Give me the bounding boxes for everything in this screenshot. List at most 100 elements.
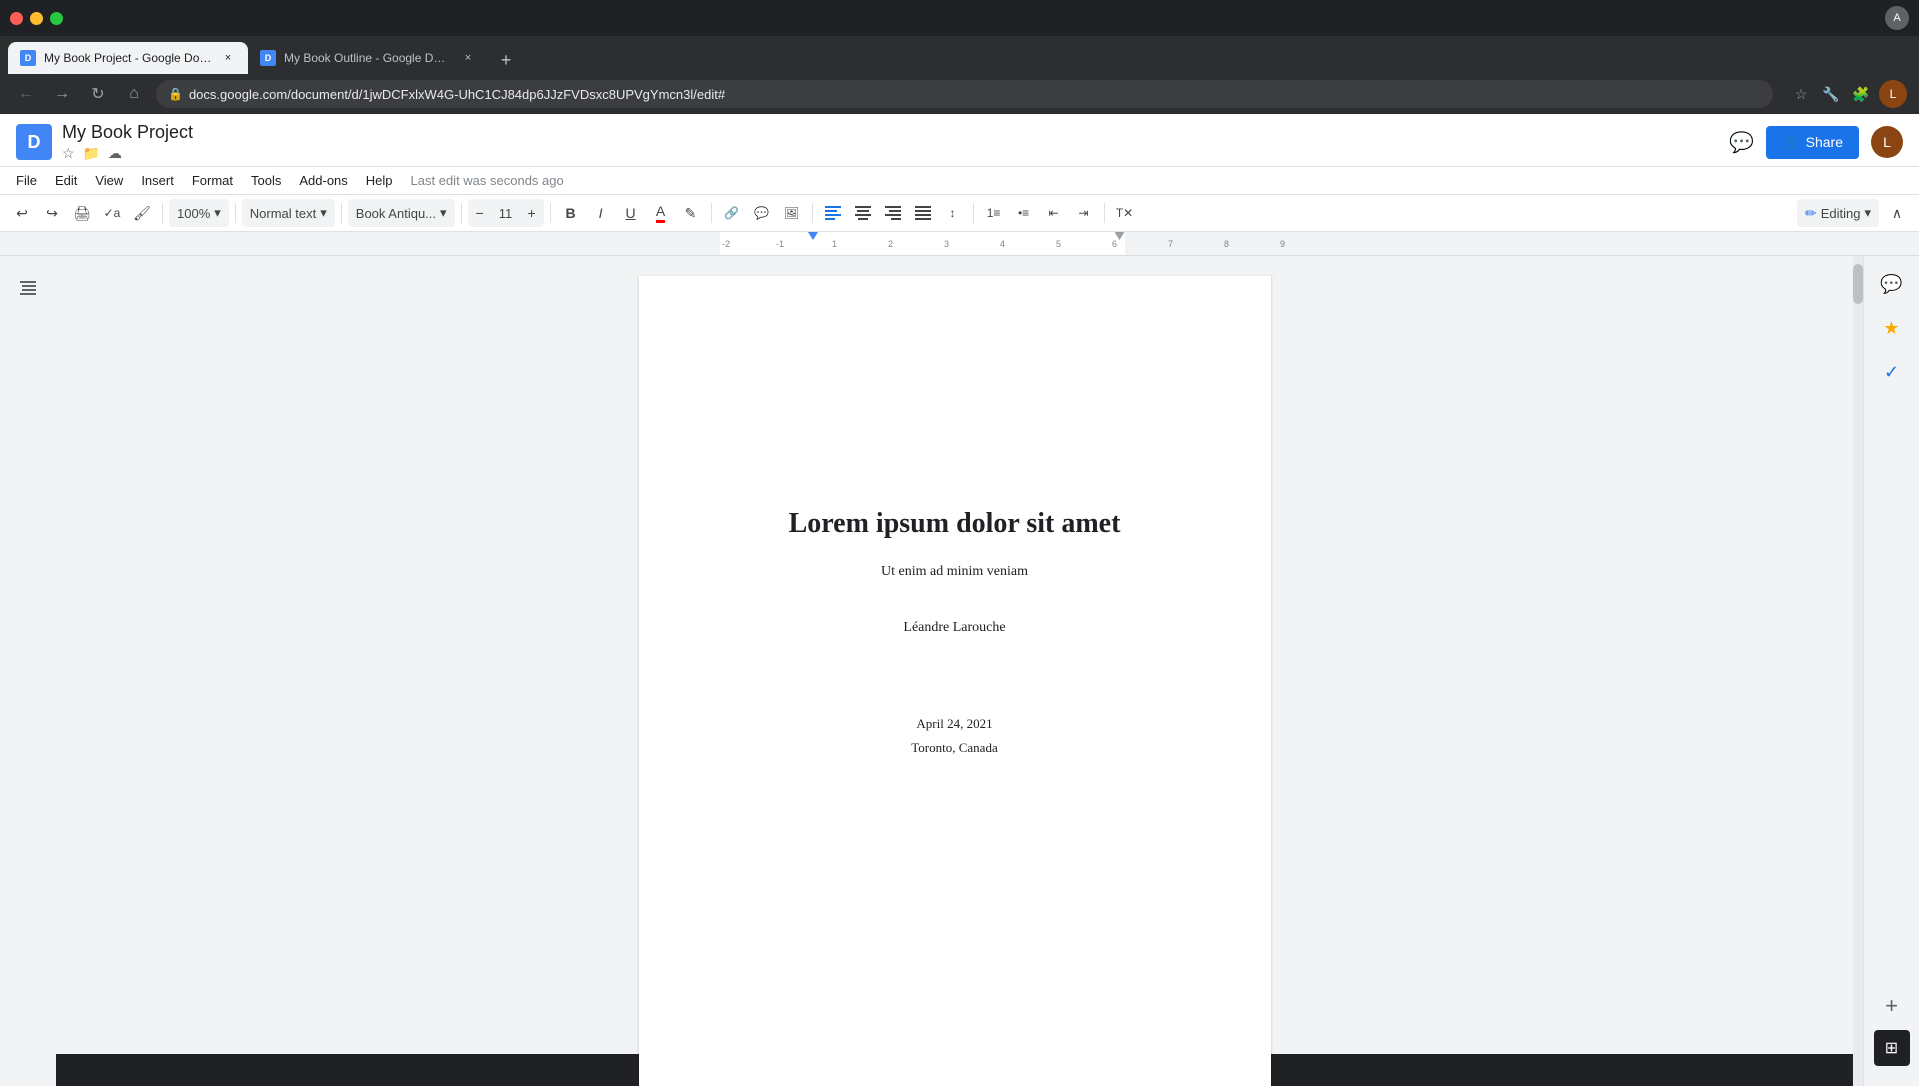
menu-file[interactable]: File <box>8 169 45 192</box>
menu-addons[interactable]: Add-ons <box>291 169 355 192</box>
align-right-button[interactable] <box>879 199 907 227</box>
redo-button[interactable]: ↪ <box>38 199 66 227</box>
style-dropdown-icon: ▾ <box>320 205 327 221</box>
minimize-button[interactable] <box>30 12 43 25</box>
toolbar-right: ✏ Editing ▾ ∧ <box>1797 199 1911 227</box>
bullet-list-button[interactable]: •≡ <box>1010 199 1038 227</box>
scrollbar-thumb[interactable] <box>1853 264 1863 304</box>
highlight-button[interactable]: ✎ <box>677 199 705 227</box>
bold-button[interactable]: B <box>557 199 585 227</box>
ruler: -2 -1 1 2 3 4 5 6 7 8 9 <box>0 232 1919 256</box>
comment-inline-button[interactable]: 💬 <box>748 199 776 227</box>
tab-1-close[interactable]: × <box>220 50 236 66</box>
refresh-button[interactable]: ↻ <box>84 80 112 108</box>
ruler-inner: -2 -1 1 2 3 4 5 6 7 8 9 <box>720 232 1125 255</box>
align-center-button[interactable] <box>849 199 877 227</box>
page-navigator-button[interactable]: ⊞ <box>1874 1030 1910 1066</box>
menu-help[interactable]: Help <box>358 169 401 192</box>
line-spacing-button[interactable]: ↕ <box>939 199 967 227</box>
collapse-toolbar-button[interactable]: ∧ <box>1883 199 1911 227</box>
print-button[interactable]: 🖨 <box>68 199 96 227</box>
side-panel-chat-icon[interactable]: 💬 <box>1872 264 1912 304</box>
underline-button[interactable]: U <box>617 199 645 227</box>
tab-2[interactable]: D My Book Outline - Google Doc... × <box>248 42 488 74</box>
close-button[interactable] <box>10 12 23 25</box>
maximize-button[interactable] <box>50 12 63 25</box>
side-panel-yellow-icon[interactable]: ★ <box>1872 308 1912 348</box>
menu-format[interactable]: Format <box>184 169 241 192</box>
bookmark-icon[interactable]: ☆ <box>1789 82 1813 106</box>
align-left-button[interactable] <box>819 199 847 227</box>
font-size-input[interactable] <box>492 199 520 227</box>
divider-6 <box>711 203 712 223</box>
menu-insert[interactable]: Insert <box>133 169 182 192</box>
divider-5 <box>550 203 551 223</box>
home-button[interactable]: ⌂ <box>120 80 148 108</box>
font-size-decrease[interactable]: − <box>468 199 492 227</box>
extension-icon[interactable]: 🔧 <box>1819 82 1843 106</box>
divider-2 <box>235 203 236 223</box>
zoom-dropdown-icon: ▾ <box>214 205 221 221</box>
divider-7 <box>812 203 813 223</box>
browser-profile-icon[interactable]: A <box>1885 6 1909 30</box>
font-size-increase[interactable]: + <box>520 199 544 227</box>
menu-edit[interactable]: Edit <box>47 169 85 192</box>
document-date[interactable]: April 24, 2021 <box>916 716 992 732</box>
docs-app: D My Book Project ☆ 📁 ☁ 💬 👤 Share L File… <box>0 114 1919 1054</box>
editing-mode-button[interactable]: ✏ Editing ▾ <box>1797 199 1879 227</box>
address-input[interactable]: 🔒 docs.google.com/document/d/1jwDCFxlxW4… <box>156 80 1773 108</box>
folder-icon[interactable]: 📁 <box>83 145 100 162</box>
divider-9 <box>1104 203 1105 223</box>
window-controls <box>10 12 63 25</box>
menu-view[interactable]: View <box>87 169 131 192</box>
document-location[interactable]: Toronto, Canada <box>911 740 997 756</box>
cloud-icon[interactable]: ☁ <box>108 145 122 162</box>
tab-2-close[interactable]: × <box>460 50 476 66</box>
share-icon: 👤 <box>1782 134 1799 151</box>
document-title[interactable]: Lorem ipsum dolor sit amet <box>789 508 1121 540</box>
scrollbar[interactable] <box>1853 256 1863 1086</box>
divider-1 <box>162 203 163 223</box>
indent-increase-button[interactable]: ⇥ <box>1070 199 1098 227</box>
zoom-select[interactable]: 100% ▾ <box>169 199 229 227</box>
comment-button[interactable]: 💬 <box>1729 130 1754 155</box>
user-profile-avatar[interactable]: L <box>1879 80 1907 108</box>
link-button[interactable]: 🔗 <box>718 199 746 227</box>
numbered-list-button[interactable]: 1≡ <box>980 199 1008 227</box>
side-panel-add-icon[interactable]: + <box>1872 986 1912 1026</box>
star-icon[interactable]: ☆ <box>62 145 75 162</box>
clear-format-button[interactable]: T✕ <box>1111 199 1139 227</box>
document-area[interactable]: Lorem ipsum dolor sit amet Ut enim ad mi… <box>56 256 1853 1086</box>
divider-4 <box>461 203 462 223</box>
tab-stop-marker <box>808 232 818 240</box>
tab-1-title: My Book Project - Google Doc... <box>44 51 212 65</box>
text-color-button[interactable]: A <box>647 199 675 227</box>
justify-button[interactable] <box>909 199 937 227</box>
toolbar: ↩ ↪ 🖨 ✓a 🖌 100% ▾ Normal text ▾ Book Ant… <box>0 195 1919 232</box>
tab-1[interactable]: D My Book Project - Google Doc... × <box>8 42 248 74</box>
docs-title[interactable]: My Book Project <box>62 122 193 143</box>
address-right-icons: ☆ 🔧 🧩 L <box>1789 80 1907 108</box>
document-author[interactable]: Léandre Larouche <box>903 620 1005 636</box>
font-select[interactable]: Book Antiqu... ▾ <box>348 199 455 227</box>
outline-icon[interactable] <box>12 272 44 304</box>
style-select[interactable]: Normal text ▾ <box>242 199 335 227</box>
indent-decrease-button[interactable]: ⇤ <box>1040 199 1068 227</box>
forward-button[interactable]: → <box>48 80 76 108</box>
tab-2-favicon: D <box>260 50 276 66</box>
share-button[interactable]: 👤 Share <box>1766 126 1859 159</box>
italic-button[interactable]: I <box>587 199 615 227</box>
editing-mode-label: Editing <box>1821 206 1861 221</box>
paint-format-button[interactable]: 🖌 <box>128 199 156 227</box>
menu-tools[interactable]: Tools <box>243 169 289 192</box>
undo-button[interactable]: ↩ <box>8 199 36 227</box>
image-button[interactable]: 🖼 <box>778 199 806 227</box>
spell-check-button[interactable]: ✓a <box>98 199 126 227</box>
user-avatar[interactable]: L <box>1871 126 1903 158</box>
side-panel-check-icon[interactable]: ✓ <box>1872 352 1912 392</box>
docs-header-left: D My Book Project ☆ 📁 ☁ <box>16 122 193 162</box>
new-tab-button[interactable]: + <box>492 46 520 74</box>
back-button[interactable]: ← <box>12 80 40 108</box>
document-subtitle[interactable]: Ut enim ad minim veniam <box>881 564 1028 580</box>
extension-icon-2[interactable]: 🧩 <box>1849 82 1873 106</box>
